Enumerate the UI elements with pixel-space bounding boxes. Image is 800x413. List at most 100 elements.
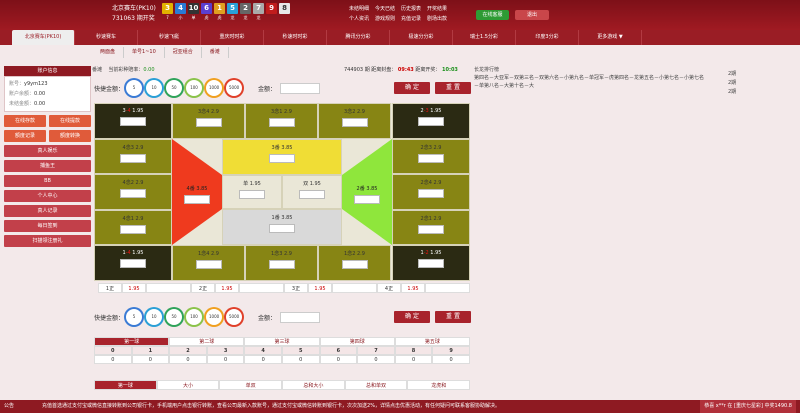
top-link[interactable]: 历史报表 xyxy=(401,4,421,14)
bet-input[interactable] xyxy=(120,259,146,268)
bet-input[interactable] xyxy=(418,189,444,199)
left-bet[interactable]: 4念1 2.9 xyxy=(94,209,172,245)
bet-input[interactable] xyxy=(341,118,368,127)
top-bet[interactable]: 3念2 2.9 xyxy=(318,103,391,139)
bottom-bet[interactable]: 1念2 2.9 xyxy=(318,245,391,281)
funds-button[interactable]: 在线存款 xyxy=(4,115,46,127)
chip-5000[interactable]: 5000 xyxy=(226,309,243,325)
sidebar-button[interactable]: 每日签到 xyxy=(4,220,91,232)
position-input[interactable] xyxy=(332,283,377,293)
sidebar-button[interactable]: 真人记录 xyxy=(4,205,91,217)
top-bet[interactable]: 3念4 2.9 xyxy=(172,103,245,139)
chip-5[interactable]: 5 xyxy=(126,309,143,325)
fan3-bet[interactable]: 3番 3.85 xyxy=(222,139,342,175)
position-input[interactable] xyxy=(239,283,284,293)
stat-tab[interactable]: 单双 xyxy=(219,380,283,390)
odd-bet[interactable]: 单 1.95 xyxy=(222,175,282,209)
amount-input[interactable] xyxy=(280,82,321,94)
bet-input[interactable] xyxy=(354,195,380,204)
reset-button-bottom[interactable]: 重 置 xyxy=(435,311,471,323)
bet-input[interactable] xyxy=(418,154,444,163)
stat-tab[interactable]: 总和大小 xyxy=(282,380,345,390)
funds-button[interactable]: 额度记录 xyxy=(4,130,46,142)
stat-tab[interactable]: 第一球 xyxy=(94,380,157,390)
fan4-bet[interactable]: 4番 3.85 xyxy=(178,181,216,204)
tab-game[interactable]: 秒速时时彩 xyxy=(264,30,327,45)
funds-button[interactable]: 在线提款 xyxy=(49,115,91,127)
even-bet[interactable]: 双 1.95 xyxy=(282,175,342,209)
ball-tab[interactable]: 第三球 xyxy=(244,337,320,346)
sidebar-button[interactable]: BB xyxy=(4,175,91,187)
funds-button[interactable]: 额度转换 xyxy=(49,130,91,142)
bet-input[interactable] xyxy=(120,154,146,163)
sidebar-button[interactable]: 个人中心 xyxy=(4,190,91,202)
corner-bet[interactable]: 2-3 1.95 xyxy=(392,103,470,139)
ball-tab[interactable]: 第五球 xyxy=(394,337,471,346)
right-bet[interactable]: 2念4 2.9 xyxy=(392,174,470,210)
left-bet[interactable]: 4念3 2.9 xyxy=(94,139,172,175)
fan2-bet[interactable]: 2番 3.85 xyxy=(348,181,386,204)
ball-tab[interactable]: 第二球 xyxy=(169,337,245,346)
chip-10[interactable]: 10 xyxy=(146,309,163,325)
bet-input[interactable] xyxy=(418,224,444,234)
tab-game[interactable]: 重庆时时彩 xyxy=(201,30,264,45)
top-link[interactable]: 剧场出款 xyxy=(427,14,447,24)
tab-game[interactable]: 秒速飞艇 xyxy=(138,30,201,45)
top-bet[interactable]: 3念1 2.9 xyxy=(245,103,318,139)
fan1-bet[interactable]: 1番 3.85 xyxy=(222,209,342,245)
bet-input[interactable] xyxy=(120,117,146,126)
tab-game[interactable]: 更多游戏 ▼ xyxy=(579,30,642,45)
chip-5[interactable]: 5 xyxy=(126,80,143,96)
subnav-item[interactable]: 单号1~10 xyxy=(124,47,165,58)
bet-input[interactable] xyxy=(120,224,146,234)
ball-tab[interactable]: 第四球 xyxy=(319,337,395,346)
bet-input[interactable] xyxy=(418,259,444,268)
chip-100[interactable]: 100 xyxy=(186,80,203,96)
tab-game[interactable]: 北京赛车(PK10) xyxy=(12,30,75,45)
chip-100[interactable]: 100 xyxy=(186,309,203,325)
chip-1000[interactable]: 1000 xyxy=(206,80,223,96)
subnav-item[interactable]: 番滩 xyxy=(202,47,229,58)
subnav-item[interactable]: 两面盘 xyxy=(92,47,125,58)
left-bet[interactable]: 4念2 2.9 xyxy=(94,174,172,210)
online-service-button[interactable]: 在线客服 xyxy=(476,10,509,20)
right-bet[interactable]: 2念1 2.9 xyxy=(392,209,470,245)
corner-bet[interactable]: 1-4 1.95 xyxy=(94,245,172,281)
top-link[interactable]: 个人资讯 xyxy=(349,14,369,24)
tab-game[interactable]: 瑞士1.5分彩 xyxy=(453,30,516,45)
bet-input[interactable] xyxy=(268,260,295,269)
bet-input[interactable] xyxy=(269,154,295,163)
top-link[interactable]: 充值记录 xyxy=(401,14,421,24)
bet-input[interactable] xyxy=(195,260,222,269)
corner-bet[interactable]: 3-4 1.95 xyxy=(94,103,172,139)
top-link[interactable]: 未结明细 xyxy=(349,4,369,14)
chip-50[interactable]: 50 xyxy=(166,309,183,325)
reset-button[interactable]: 重 置 xyxy=(435,82,471,94)
sidebar-button[interactable]: 扫描领注册礼 xyxy=(4,235,91,247)
bottom-bet[interactable]: 1念3 2.9 xyxy=(245,245,318,281)
bet-input[interactable] xyxy=(268,118,295,127)
subnav-item[interactable]: 冠亚组合 xyxy=(165,47,202,58)
position-input[interactable] xyxy=(146,283,191,293)
stat-tab[interactable]: 大小 xyxy=(156,380,220,390)
corner-bet[interactable]: 1-2 1.95 xyxy=(392,245,470,281)
logout-button[interactable]: 退出 xyxy=(515,10,549,20)
bet-input[interactable] xyxy=(239,190,265,199)
confirm-button[interactable]: 确 定 xyxy=(394,82,430,94)
tab-game[interactable]: 极速分分彩 xyxy=(390,30,453,45)
position-input[interactable] xyxy=(425,283,470,293)
stat-tab[interactable]: 总和单双 xyxy=(344,380,408,390)
chip-50[interactable]: 50 xyxy=(166,80,183,96)
bet-input[interactable] xyxy=(195,118,222,127)
confirm-button-bottom[interactable]: 确 定 xyxy=(394,311,430,323)
bet-input[interactable] xyxy=(299,190,325,199)
sidebar-button[interactable]: 真人娱乐 xyxy=(4,145,91,157)
tab-game[interactable]: 腾讯分分彩 xyxy=(327,30,390,45)
bet-input[interactable] xyxy=(184,195,210,204)
ball-tab[interactable]: 第一球 xyxy=(94,337,170,346)
tab-game[interactable]: 印度3分彩 xyxy=(516,30,579,45)
top-link[interactable]: 游戏规则 xyxy=(375,14,395,24)
bottom-bet[interactable]: 1念4 2.9 xyxy=(172,245,245,281)
top-link[interactable]: 开奖结果 xyxy=(427,4,447,14)
chip-5000[interactable]: 5000 xyxy=(226,80,243,96)
